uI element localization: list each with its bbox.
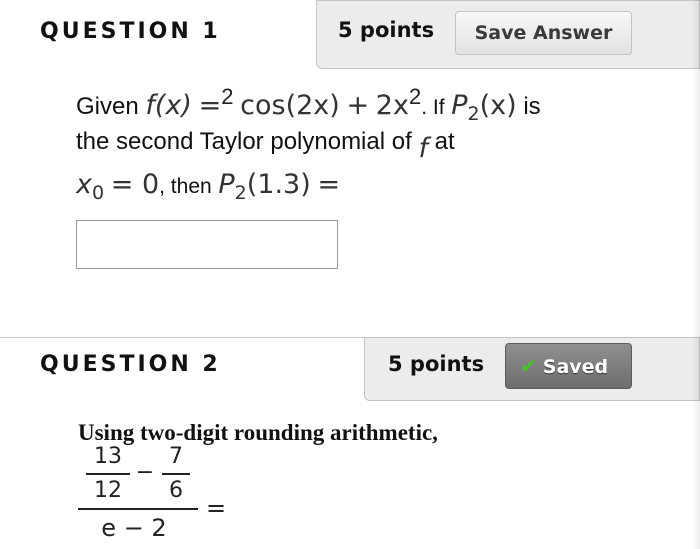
frac-b-numerator: 7 (169, 444, 183, 469)
q1-P-sub: 2 (467, 103, 480, 125)
q1-P: P (451, 90, 468, 121)
q1-then: , then (159, 175, 212, 198)
question-2-text: Using two-digit rounding arithmetic, (78, 420, 438, 445)
q1-P2-sub: 2 (234, 182, 247, 204)
q1-f: f (418, 133, 428, 164)
q1-x-sub: 0 (91, 182, 105, 204)
q1-exponent: 2 (408, 84, 422, 109)
minus-sign: − (135, 460, 155, 485)
check-icon: ✔ (520, 354, 537, 378)
q1-two-x: 2x (375, 90, 409, 121)
question-2-points: 5 points (388, 352, 485, 376)
question-2-title: QUESTION 2 (40, 352, 221, 377)
q1-cos: cos(2x) (240, 90, 340, 121)
q1-is: is (523, 93, 541, 120)
q1-if: . If (421, 96, 445, 119)
edge-shadow (692, 0, 700, 549)
saved-button[interactable]: ✔ Saved (505, 343, 632, 389)
equals-sign: = (205, 494, 227, 522)
q1-equals: = (198, 90, 222, 121)
q1-eq-zero: = 0 (110, 169, 160, 200)
frac-a-numerator: 13 (94, 444, 122, 469)
q1-given: Given (76, 93, 139, 120)
question-1-line-1: Given f(x) =2 cos(2x) + 2x2. If P2(x) is (76, 84, 541, 125)
q1-x: x (76, 169, 92, 200)
frac-b-bar (162, 473, 190, 475)
frac-a-denominator: 12 (94, 478, 122, 503)
q1-line2-text: the second Taylor polynomial of (76, 128, 412, 155)
question-1-title: QUESTION 1 (40, 19, 221, 44)
q1-P2: P (218, 169, 235, 200)
q1-P-at: (1.3) (246, 169, 311, 200)
frac-a-bar (86, 473, 130, 475)
main-denominator: e − 2 (101, 514, 167, 542)
main-fraction-bar (78, 508, 198, 510)
q1-f-of-x: f(x) (145, 90, 192, 121)
question-1-line-2: the second Taylor polynomial of f at (76, 128, 455, 164)
saved-label: Saved (542, 356, 609, 378)
q1-of-x: (x) (479, 90, 517, 121)
q1-eq-end: = (317, 169, 341, 200)
q1-plus: + (346, 90, 370, 121)
frac-b-denominator: 6 (169, 478, 183, 503)
question-1-points: 5 points (338, 18, 435, 42)
save-answer-button[interactable]: Save Answer (455, 11, 632, 55)
answer-input[interactable] (76, 220, 338, 269)
question-1-line-3: x0 = 0, then P2(1.3) = (76, 169, 340, 204)
q1-coefficient: 2 (221, 84, 234, 109)
q1-at: at (434, 128, 455, 155)
